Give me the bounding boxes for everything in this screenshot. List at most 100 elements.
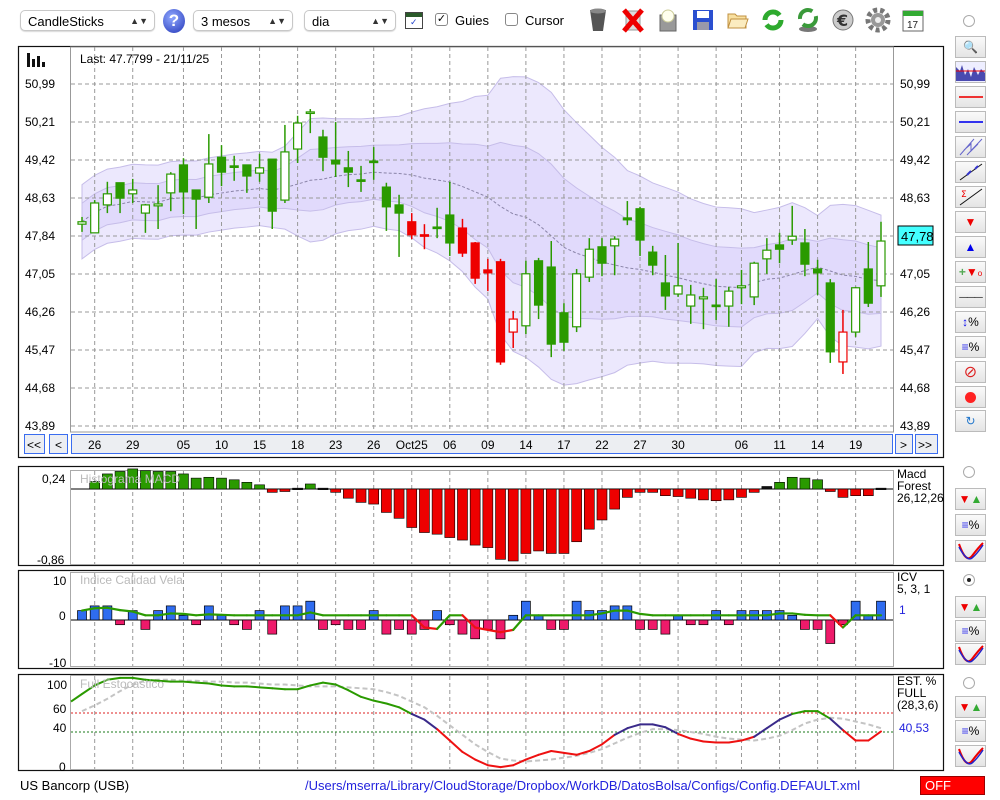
icv-legend-2: 5, 3, 1 [897, 582, 931, 596]
date-navigator: << < > >> 26 29 05 10 15 18 23 26 Oct25 06 09 14 17 2… [24, 434, 938, 454]
icv-bar [203, 605, 214, 621]
macd-bar [571, 488, 582, 543]
stoch-k-segment [182, 680, 198, 684]
off-toggle[interactable]: OFF [920, 776, 985, 795]
candle-body [356, 179, 366, 182]
candle-body [115, 182, 125, 199]
candle-body [521, 273, 531, 327]
macd-bar [558, 488, 570, 554]
macd-bar [545, 488, 557, 554]
candle [495, 258, 506, 365]
macd-bar [584, 488, 595, 530]
date-tick: 18 [291, 438, 305, 452]
macd-bar [254, 484, 265, 490]
candle-body [178, 164, 189, 193]
macd-bar [304, 483, 316, 490]
config-path-link[interactable]: /Users/mserra/Library/CloudStorage/Dropb… [305, 778, 860, 793]
macd-bar [863, 488, 874, 496]
icv-bar [559, 619, 569, 630]
date-tick: 05 [177, 438, 191, 452]
candle-body [851, 287, 861, 333]
icv-line-segment [423, 626, 439, 631]
macd-bar [279, 488, 291, 492]
icv-bar [812, 619, 823, 630]
icv-bar [546, 619, 557, 630]
candle-body [318, 136, 328, 158]
date-tick: 15 [253, 438, 267, 452]
date-tick: 14 [519, 438, 533, 452]
candle-body [470, 242, 480, 279]
stoch-tick-40: 40 [53, 721, 67, 735]
candle [851, 286, 861, 337]
current-price: 47,78 [901, 229, 934, 244]
icv-bar [609, 605, 620, 621]
last-price-label: Last: 47.7799 - 21/11/25 [80, 52, 210, 66]
macd-bar [330, 488, 341, 493]
macd-bar [406, 488, 418, 528]
candle-body [77, 221, 87, 225]
macd-bar [875, 487, 887, 490]
icv-bar [115, 619, 125, 626]
icv-bar [267, 619, 278, 635]
date-tick: 26 [367, 438, 381, 452]
candle-body [825, 282, 835, 353]
icv-bar [825, 619, 836, 644]
price-tick-left: 50,99 [25, 77, 55, 91]
macd-bar [241, 482, 253, 490]
macd-bar [799, 477, 811, 490]
icv-bar [571, 600, 582, 621]
candle-body [610, 238, 620, 247]
price-tick-left: 43,89 [25, 419, 55, 433]
price-tick-right: 43,89 [900, 419, 930, 433]
candle-body [660, 282, 670, 297]
macd-bar [203, 476, 215, 490]
nav-first-label: << [27, 438, 41, 452]
price-tick-left: 46,26 [25, 305, 55, 319]
price-tick-right: 48,63 [900, 191, 930, 205]
icv-line-segment [118, 609, 134, 613]
icv-bar [432, 610, 442, 621]
stoch-k-segment [271, 687, 286, 691]
macd-title: Histograma MACD [80, 472, 180, 486]
macd-bar [292, 487, 303, 490]
stoch-tick-0: 0 [59, 760, 66, 774]
macd-bar [533, 488, 544, 552]
price-tick-left: 45,47 [25, 343, 55, 357]
candle-body [597, 246, 607, 264]
candle-body [559, 312, 569, 343]
date-tick: 22 [595, 438, 609, 452]
price-tick-left: 47,84 [25, 229, 55, 243]
icv-bar [318, 619, 328, 630]
symbol-name: US Bancorp (USB) [20, 778, 130, 793]
candle-body [293, 122, 303, 150]
candle-body [495, 261, 506, 363]
stoch-legend-3: (28,3,6) [897, 698, 938, 712]
date-tick: 26 [88, 438, 102, 452]
icv-bar [280, 605, 290, 621]
price-tick-right: 47,05 [900, 267, 930, 281]
macd-bar [355, 488, 367, 503]
macd-bar [381, 488, 392, 513]
macd-bar [190, 477, 202, 490]
candle-body [863, 268, 873, 304]
candle-body [305, 111, 315, 115]
candle-body [204, 163, 214, 198]
icv-bar [305, 600, 316, 621]
candle-body [673, 285, 683, 295]
macd-bar [609, 488, 620, 510]
macd-bar [647, 488, 659, 493]
price-tick-left: 44,68 [25, 381, 55, 395]
price-tick-left: 48,63 [25, 191, 55, 205]
candle-body [102, 193, 112, 206]
icv-bar [495, 619, 506, 640]
icv-line-segment [791, 612, 807, 616]
macd-bar [672, 488, 684, 497]
macd-bar [317, 487, 329, 490]
macd-bar [736, 488, 747, 498]
date-tick: 09 [481, 438, 495, 452]
candle [470, 241, 480, 284]
macd-bar [698, 488, 709, 501]
macd-bar [622, 488, 633, 498]
price-tick-right: 49,42 [900, 153, 930, 167]
icv-bar [470, 619, 481, 640]
